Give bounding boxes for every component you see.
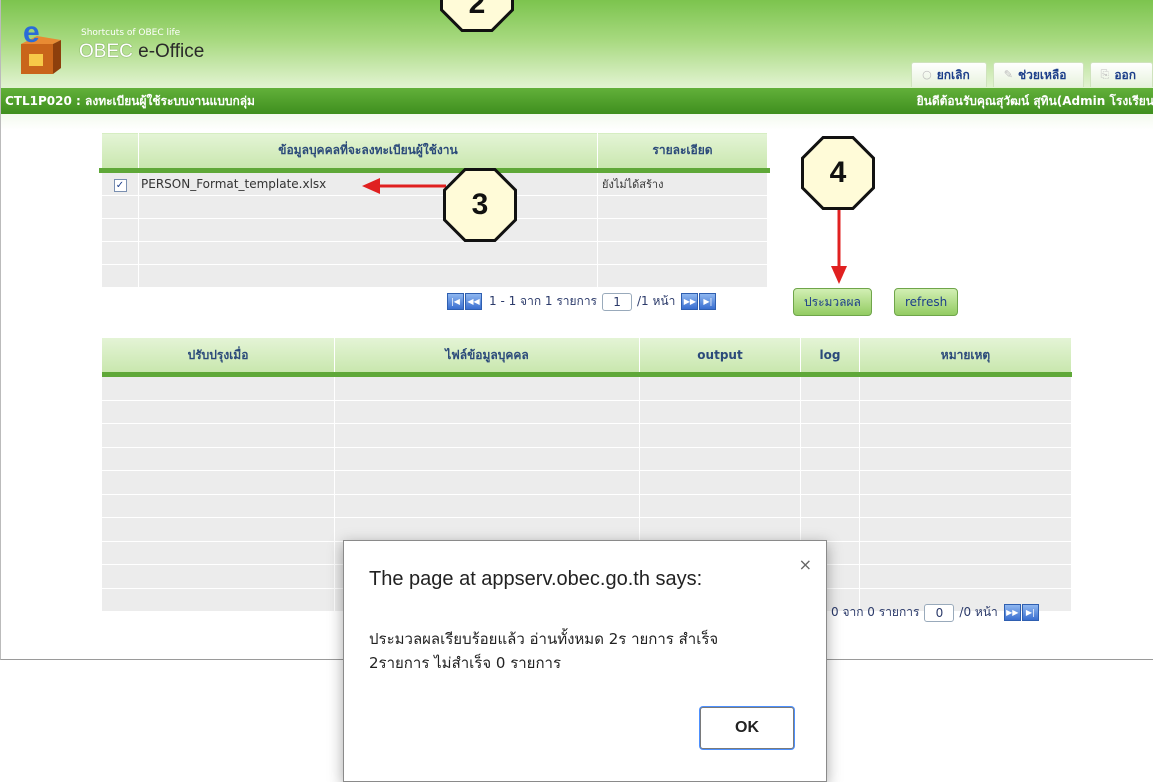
cancel-tab[interactable]: ○ยกเลิก: [911, 62, 987, 87]
table-row: [102, 400, 1072, 424]
pencil-icon: ✎: [1004, 63, 1013, 87]
results-page-input[interactable]: 0: [924, 604, 954, 622]
page-code-title: CTL1P020 : ลงทะเบียนผู้ใช้ระบบงานแบบกลุ่…: [5, 88, 255, 114]
upload-col-select: [101, 132, 139, 171]
logout-tab-label: ออก: [1114, 63, 1136, 87]
table-row[interactable]: ✓ PERSON_Format_template.xlsx ยังไม่ได้ส…: [101, 171, 769, 196]
exit-icon: ⎘: [1101, 63, 1110, 87]
help-tab-label: ช่วยเหลือ: [1018, 63, 1067, 87]
upload-col-file: ข้อมูลบุคคลที่จะลงทะเบียนผู้ใช้งาน: [139, 132, 598, 171]
results-col-updated: ปรับปรุงเมื่อ: [102, 338, 335, 375]
upload-pager-total: /1 หน้า: [637, 292, 675, 311]
process-button[interactable]: ประมวลผล: [793, 288, 872, 316]
table-row: [102, 471, 1072, 495]
callout-4: 4: [801, 136, 875, 210]
close-icon[interactable]: ×: [799, 555, 812, 574]
obec-logo-icon: e: [19, 14, 61, 76]
table-row: [102, 424, 1072, 448]
last-page-icon[interactable]: ▶|: [699, 293, 716, 310]
app-title-rest: e-Office: [133, 41, 204, 62]
app-title: OBEC e-Office: [79, 41, 204, 63]
app-title-brand: OBEC: [79, 41, 133, 62]
results-pager: 0 จาก 0 รายการ 0 /0 หน้า ▶▶ ▶|: [831, 603, 1040, 622]
results-col-log: log: [801, 338, 860, 375]
last-page-icon[interactable]: ▶|: [1022, 604, 1039, 621]
top-nav: ○ยกเลิก ✎ช่วยเหลือ ⎘ออก: [905, 62, 1153, 87]
table-row: [101, 196, 769, 219]
callout-3: 3: [443, 168, 517, 242]
dialog-message: ประมวลผลเรียบร้อยแล้ว อ่านทั้งหมด 2ร ายก…: [369, 627, 799, 675]
table-row: [101, 242, 769, 265]
welcome-text: ยินดีต้อนรับคุณสุวัฒน์ สุทิน(Admin โรงเร…: [917, 88, 1153, 114]
first-page-icon[interactable]: |◀: [447, 293, 464, 310]
results-pager-total: /0 หน้า: [959, 603, 997, 622]
upload-pager: |◀ ◀◀ 1 - 1 จาก 1 รายการ 1 /1 หน้า ▶▶ ▶|: [447, 292, 717, 311]
upload-col-detail: รายละเอียด: [598, 132, 769, 171]
next-page-icon[interactable]: ▶▶: [681, 293, 698, 310]
table-row: [101, 219, 769, 242]
alert-dialog: The page at appserv.obec.go.th says: × ป…: [343, 540, 827, 782]
table-row: [101, 265, 769, 289]
table-row: [102, 494, 1072, 518]
table-row: [102, 518, 1072, 542]
svg-text:e: e: [23, 16, 40, 49]
row-checkbox-cell[interactable]: ✓: [101, 171, 139, 196]
upload-page-input[interactable]: 1: [602, 293, 632, 311]
refresh-button[interactable]: refresh: [894, 288, 958, 316]
logout-tab[interactable]: ⎘ออก: [1090, 62, 1153, 87]
prev-page-icon[interactable]: ◀◀: [465, 293, 482, 310]
dialog-message-line2: 2รายการ ไม่สำเร็จ 0 รายการ: [369, 651, 799, 675]
results-col-file: ไฟล์ข้อมูลบุคคล: [335, 338, 640, 375]
next-page-icon[interactable]: ▶▶: [1004, 604, 1021, 621]
dialog-message-line1: ประมวลผลเรียบร้อยแล้ว อ่านทั้งหมด 2ร ายก…: [369, 627, 799, 651]
upload-pager-summary: 1 - 1 จาก 1 รายการ: [489, 292, 597, 311]
table-row: [102, 375, 1072, 401]
dialog-title: The page at appserv.obec.go.th says:: [369, 568, 702, 591]
cancel-tab-label: ยกเลิก: [937, 63, 970, 87]
results-col-remark: หมายเหตุ: [860, 338, 1072, 375]
ok-button[interactable]: OK: [700, 707, 794, 749]
upload-table: ข้อมูลบุคคลที่จะลงทะเบียนผู้ใช้งาน รายละ…: [99, 130, 770, 290]
table-row: [102, 447, 1072, 471]
circle-icon: ○: [922, 63, 932, 87]
row-checkbox[interactable]: ✓: [114, 179, 127, 192]
results-col-output: output: [640, 338, 801, 375]
file-detail-cell: ยังไม่ได้สร้าง: [598, 171, 769, 196]
results-pager-summary: 0 จาก 0 รายการ: [831, 603, 919, 622]
help-tab[interactable]: ✎ช่วยเหลือ: [993, 62, 1084, 87]
app-tagline: Shortcuts of OBEC life: [81, 28, 180, 38]
page-header-bar: CTL1P020 : ลงทะเบียนผู้ใช้ระบบงานแบบกลุ่…: [1, 88, 1153, 114]
file-name-cell: PERSON_Format_template.xlsx: [139, 171, 598, 196]
